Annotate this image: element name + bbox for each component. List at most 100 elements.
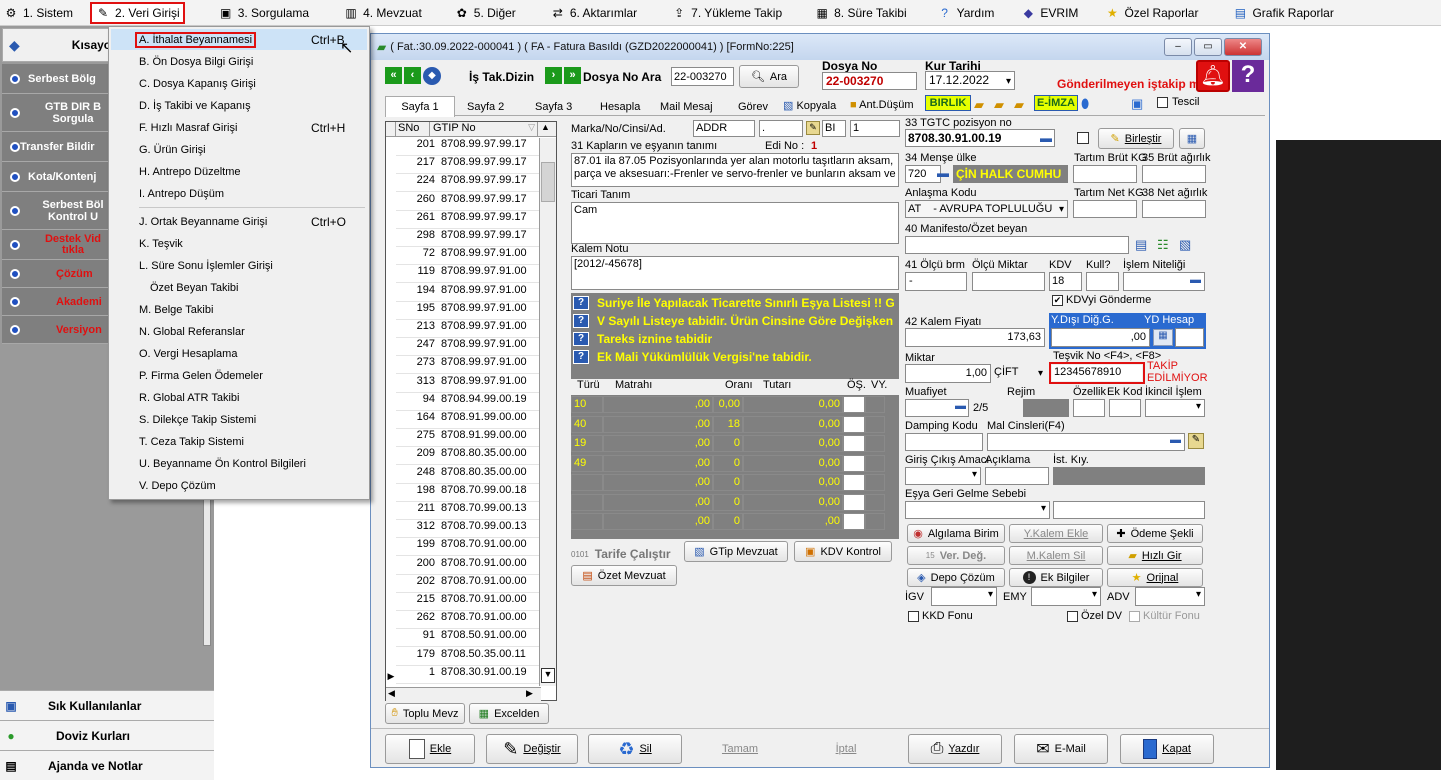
manifesto-list-icon[interactable]: ▤ [1135, 237, 1147, 253]
tab-sayfa-1[interactable]: Sayfa 1 [385, 96, 455, 117]
tarife-calistir-button[interactable]: 0101 Tarife Çalıştır [571, 544, 671, 564]
iptal-button[interactable]: İptal [799, 734, 893, 764]
tab-mail-mesaj[interactable]: Mail Mesaj [660, 101, 713, 113]
email-button[interactable]: ✉ E-Mail [1014, 734, 1108, 764]
warning-suriye[interactable]: ? Suriye İle Yapılacak Ticarette Sınırlı … [573, 294, 895, 311]
marka-no-field[interactable]: . [759, 120, 803, 137]
kdv-gonderme-checkbox[interactable]: ✔ [1052, 295, 1063, 306]
esya-tanimi-field[interactable]: 87.01 ila 87.05 Pozisyonlarında yer alan… [571, 153, 899, 187]
gtip-table-row[interactable]: 213 8708.99.97.91.00 [396, 320, 551, 338]
dropdown-item[interactable]: H. Antrepo Düzeltme [111, 161, 367, 182]
ticari-tanim-field[interactable]: Cam [571, 202, 899, 244]
gtip-table-row[interactable]: 261 8708.99.97.99.17 [396, 211, 551, 229]
depo-cozum-button[interactable]: ◈ Depo Çözüm [907, 568, 1005, 587]
notification-bell-icon[interactable]: 🔔︎ [1196, 60, 1230, 92]
gtip-table-row[interactable]: 209 8708.80.35.00.00 [396, 447, 551, 466]
help-question-icon[interactable]: ? [1232, 60, 1264, 92]
kur-tarihi-picker[interactable]: 17.12.2022 [925, 71, 1015, 90]
tax-os-checkbox[interactable] [843, 513, 865, 530]
yazdir-button[interactable]: ⎙ Yazdır [908, 734, 1002, 764]
manifesto-field[interactable] [905, 236, 1129, 254]
tax-os-checkbox[interactable] [843, 493, 865, 511]
tax-table-row[interactable]: 40,00 18 0,00 [571, 415, 897, 434]
m-kalem-sil-button[interactable]: M.Kalem Sil [1009, 546, 1103, 565]
gtip-table-row[interactable]: 211 8708.70.99.00.13 [396, 502, 551, 520]
first-record-button[interactable]: « [385, 67, 402, 84]
tab-gorev[interactable]: Görev [738, 101, 768, 113]
dropdown-item[interactable]: U. Beyanname Ön Kontrol Bilgileri [111, 453, 367, 474]
gtip-table-row[interactable]: 200 8708.70.91.00.00 [396, 557, 551, 575]
menu-sure-takibi[interactable]: ▦ 8. Süre Takibi [811, 2, 910, 24]
igv-select[interactable] [931, 587, 997, 606]
miktar-unit-select[interactable]: ÇİFT [992, 364, 1046, 383]
menu-diger[interactable]: ✿ 5. Diğer [451, 2, 519, 24]
tgtc-field[interactable]: 8708.30.91.00.19 ▬ [905, 129, 1055, 147]
gtip-table-row[interactable]: 94 8708.94.99.00.19 [396, 393, 551, 411]
gonderilmeyen-text[interactable]: Gönderilmeyen iştakip m [1057, 77, 1200, 91]
menu-sorgulama[interactable]: ▣ 3. Sorgulama [215, 2, 312, 24]
kapat-button[interactable]: Kapat [1120, 734, 1214, 764]
maximize-button[interactable]: ▭ [1194, 38, 1222, 56]
gtip-table-row[interactable]: 202 8708.70.91.00.00 [396, 575, 551, 593]
anlasma-select[interactable]: AT - AVRUPA TOPLULUĞU [905, 200, 1068, 218]
gtip-hscrollbar[interactable]: ◀ ▶ [386, 687, 541, 701]
calculator-icon[interactable]: ▦ [1153, 329, 1173, 346]
gtip-scrollbar[interactable]: ▼ [539, 138, 556, 686]
dropdown-item[interactable]: C. Dosya Kapanış Girişi [111, 73, 367, 94]
damping-field[interactable] [905, 433, 983, 451]
menu-veri-girisi[interactable]: ✎ 2. Veri Girişi [90, 1, 185, 24]
mal-cinsleri-field[interactable]: ▬ [987, 433, 1185, 451]
islem-niteligi-field[interactable]: ▬ [1123, 272, 1205, 291]
gtip-table-row[interactable]: 247 8708.99.97.91.00 [396, 338, 551, 357]
next-record-button[interactable]: › [545, 67, 562, 84]
tesvik-field[interactable]: 12345678910 [1052, 365, 1142, 381]
ek-kod-field[interactable] [1109, 399, 1141, 417]
olcu-birim-field[interactable]: - [905, 272, 967, 291]
manifesto-grid-icon[interactable]: ☷ [1157, 237, 1169, 253]
e-imza-button[interactable]: E-İMZA [1034, 95, 1078, 111]
kull-field[interactable] [1086, 272, 1119, 291]
folder-up-icon[interactable]: ▰ [994, 97, 1004, 113]
marka-field[interactable]: ADDR [693, 120, 755, 137]
tax-os-checkbox[interactable] [843, 474, 865, 491]
gtip-table-row[interactable]: 91 8708.50.91.00.00 [396, 629, 551, 648]
warning-ek-mali[interactable]: ? Ek Mali Yükümlülük Vergisi'ne tabidir. [573, 348, 812, 365]
ajanda-button[interactable]: ▤ Ajanda ve Notlar [0, 750, 214, 780]
mense-code-field[interactable]: 720 [905, 165, 941, 183]
folder-icon[interactable]: ▰ [974, 97, 984, 113]
last-record-button[interactable]: » [564, 67, 581, 84]
calculator-button[interactable]: ▦ [1179, 128, 1205, 149]
tamam-button[interactable]: Tamam [693, 734, 787, 764]
tax-table-row[interactable]: ,00 0 0,00 [571, 474, 897, 492]
aciklama-field[interactable] [985, 467, 1049, 485]
gtip-table-row[interactable]: 273 8708.99.97.91.00 [396, 356, 551, 375]
tab-sayfa-2[interactable]: Sayfa 2 [467, 101, 504, 113]
edit-icon[interactable]: ✎ [1188, 433, 1204, 449]
dropdown-item[interactable]: M. Belge Takibi [111, 299, 367, 320]
ydisi-field[interactable]: ,00 [1051, 328, 1150, 347]
dosya-no-field[interactable]: 22-003270 [822, 72, 917, 90]
dropdown-item[interactable]: I. Antrepo Düşüm [111, 183, 367, 204]
shield-icon[interactable]: ⬮ [1081, 96, 1089, 112]
gtip-table-row[interactable]: 248 8708.80.35.00.00 [396, 466, 551, 484]
tax-table-row[interactable]: 49,00 0 0,00 [571, 454, 897, 473]
minimize-button[interactable]: – [1164, 38, 1192, 56]
lookup-icon[interactable]: ▬ [937, 166, 949, 180]
warning-tareks[interactable]: ? Tareks iznine tabidir [573, 330, 712, 347]
dropdown-item[interactable]: L. Süre Sonu İşlemler Girişi [111, 255, 367, 276]
dosya-ara-input[interactable] [671, 67, 734, 86]
dropdown-item[interactable]: P. Firma Gelen Ödemeler [111, 365, 367, 386]
tescil-checkbox[interactable] [1157, 97, 1168, 108]
gtip-mevzuat-button[interactable]: ▧ GTip Mevzuat [684, 541, 788, 562]
left-scrollbar[interactable] [203, 496, 211, 646]
tax-table-row[interactable]: ,00 0,00 [571, 513, 897, 531]
menu-mevzuat[interactable]: ▥ 4. Mevzuat [340, 2, 425, 24]
gtip-scroll-thumb[interactable] [541, 162, 555, 202]
gtip-table-row[interactable]: 275 8708.91.99.00.00 [396, 429, 551, 448]
menu-aktarimlar[interactable]: ⇄ 6. Aktarımlar [547, 2, 640, 24]
menu-yardim[interactable]: ? Yardım [934, 2, 998, 24]
dropdown-item[interactable]: Özet Beyan Takibi [111, 277, 367, 298]
tgtc-checkbox[interactable] [1077, 132, 1089, 144]
gtip-table-row[interactable]: 72 8708.99.97.91.00 [396, 247, 551, 266]
close-window-button[interactable]: ✕ [1224, 38, 1262, 56]
